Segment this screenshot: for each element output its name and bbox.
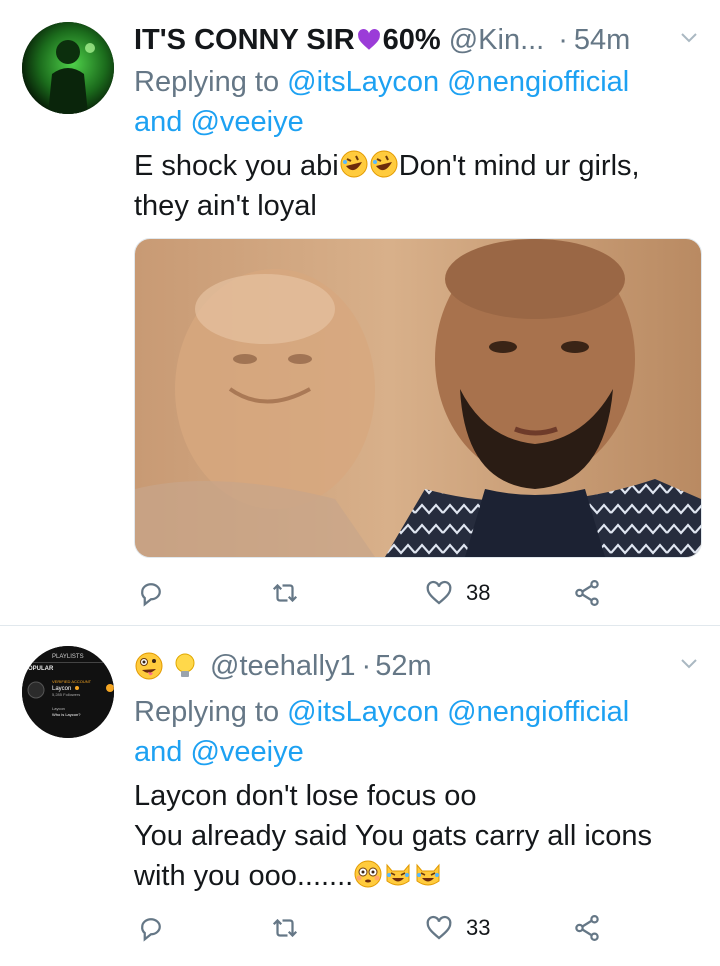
tweet-text: Laycon don't lose focus oo You already s… <box>134 780 653 892</box>
cat-joy-icon <box>386 863 410 886</box>
cat-joy-icon <box>416 863 440 886</box>
avatar-item2-text: Who is Laycon? <box>52 712 81 717</box>
like-button[interactable]: 33 <box>424 908 490 948</box>
share-button[interactable] <box>572 908 602 948</box>
share-icon <box>575 580 599 606</box>
reply-icon <box>141 918 161 942</box>
replying-to: Replying to @itsLaycon @nengiofficial an… <box>134 696 630 768</box>
avatar-tab-text: PLAYLISTS <box>52 654 84 660</box>
chevron-down-icon[interactable] <box>680 32 698 44</box>
like-count: 38 <box>466 580 491 605</box>
tweet-actions: 38 <box>134 573 614 613</box>
avatar-item-text: Laycon <box>52 706 65 711</box>
like-icon <box>426 915 452 940</box>
flushed-face-icon <box>354 860 382 888</box>
mention-link[interactable]: @veeiye <box>190 106 303 138</box>
tweet-text: E shock you abi Don't mind ur girls, the… <box>134 150 640 222</box>
retweet-icon <box>272 583 298 603</box>
like-count: 33 <box>466 915 491 940</box>
separator-dot: · <box>558 23 568 56</box>
avatar[interactable] <box>22 22 114 114</box>
light-bulb-icon <box>175 653 195 677</box>
reply-button[interactable] <box>136 573 166 613</box>
mention-link[interactable]: @itsLaycon <box>287 66 439 98</box>
avatar-followers-text: 5,285 Followers <box>52 692 80 697</box>
replying-to: Replying to @itsLaycon @nengiofficial an… <box>134 66 630 138</box>
share-icon <box>575 915 599 941</box>
chevron-down-icon[interactable] <box>680 658 698 670</box>
retweet-button[interactable] <box>270 908 300 948</box>
avatar-badge-text: VERIFIED ACCOUNT <box>52 679 92 684</box>
like-button[interactable]: 38 <box>424 573 490 613</box>
mention-link[interactable]: @nengiofficial <box>447 696 629 728</box>
avatar[interactable]: PLAYLISTS POPULAR VERIFIED ACCOUNT Layco… <box>22 646 114 738</box>
user-handle[interactable]: @teehally1 <box>210 650 356 683</box>
reply-button[interactable] <box>136 908 166 948</box>
tweet-image[interactable] <box>134 238 702 558</box>
rolling-laughing-emoji-icon <box>370 150 398 178</box>
reply-icon <box>141 583 161 607</box>
zany-face-icon <box>135 652 163 680</box>
avatar-section-text: POPULAR <box>24 666 54 672</box>
user-handle[interactable]: @Kin... <box>449 24 545 57</box>
display-name[interactable]: IT'S CONNY SIR 60% <box>134 24 441 57</box>
timestamp[interactable]: 52m <box>375 650 431 683</box>
tweet-actions: 33 <box>134 908 614 948</box>
tweet-header: @teehally1 · 52m <box>134 646 700 686</box>
mention-link[interactable]: @itsLaycon <box>287 696 439 728</box>
mention-link[interactable]: @veeiye <box>190 736 303 768</box>
separator-dot: · <box>361 649 372 682</box>
retweet-icon <box>272 918 298 938</box>
timestamp[interactable]: 54m <box>574 24 630 57</box>
tweet[interactable]: PLAYLISTS POPULAR VERIFIED ACCOUNT Layco… <box>0 626 720 966</box>
tweet-header: IT'S CONNY SIR 60% @Kin... · 54m <box>134 20 700 60</box>
rolling-laughing-emoji-icon <box>340 150 368 178</box>
mention-link[interactable]: @nengiofficial <box>447 66 629 98</box>
tweet[interactable]: IT'S CONNY SIR 60% @Kin... · 54m Replyin… <box>0 0 720 626</box>
like-icon <box>426 580 452 605</box>
share-button[interactable] <box>572 573 602 613</box>
retweet-button[interactable] <box>270 573 300 613</box>
purple-heart-icon <box>357 29 380 50</box>
